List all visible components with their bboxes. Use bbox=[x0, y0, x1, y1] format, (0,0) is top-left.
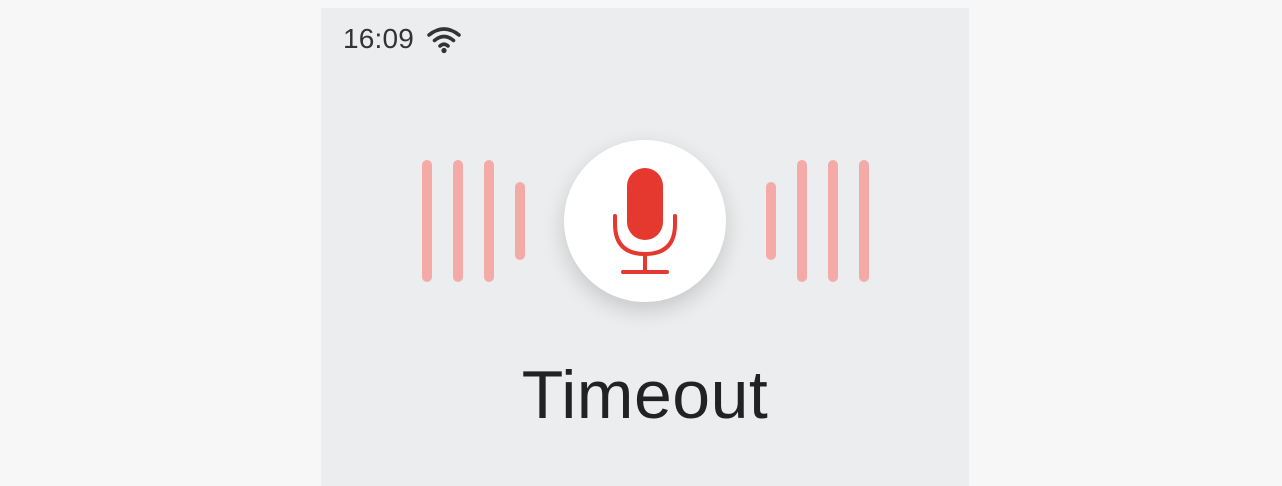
page: 16:09 Timeout bbox=[0, 0, 1282, 486]
wifi-icon bbox=[427, 27, 461, 54]
wave-bar bbox=[828, 160, 838, 282]
wave-bar bbox=[453, 160, 463, 282]
wave-bar bbox=[515, 182, 525, 260]
status-time: 16:09 bbox=[343, 23, 415, 54]
wave-bar bbox=[797, 160, 807, 282]
wave-bar bbox=[766, 182, 776, 260]
voice-status-text: Timeout bbox=[521, 357, 769, 433]
wave-bar bbox=[422, 160, 432, 282]
microphone-icon bbox=[613, 168, 677, 274]
sound-wave-left bbox=[422, 160, 525, 282]
status-bar: 16:09 bbox=[343, 22, 462, 56]
sound-wave-right bbox=[766, 160, 869, 282]
wave-bar bbox=[484, 160, 494, 282]
phone-screen: 16:09 Timeout bbox=[321, 8, 969, 486]
wave-bar bbox=[859, 160, 869, 282]
microphone-button[interactable] bbox=[564, 140, 726, 302]
